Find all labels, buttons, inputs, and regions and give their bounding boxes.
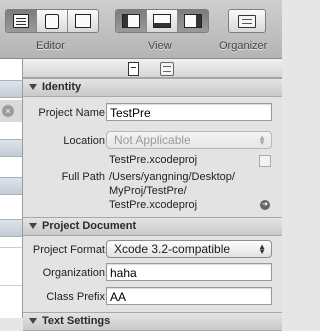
class-prefix-label: Class Prefix	[46, 291, 105, 303]
toggle-navigator-button[interactable]	[116, 10, 147, 32]
organizer-icon	[238, 14, 256, 28]
inspector-tab-bar	[23, 59, 282, 78]
organization-field[interactable]: haha	[106, 263, 272, 281]
section-title: Project Document	[42, 220, 137, 232]
editor-label: Editor	[36, 40, 65, 52]
view-segmented-control	[115, 9, 209, 33]
view-label: View	[148, 40, 172, 52]
utilities-panel-icon	[184, 14, 202, 28]
project-document-section-header[interactable]: Project Document	[23, 217, 282, 236]
section-title: Text Settings	[42, 315, 111, 327]
location-value: Not Applicable	[114, 133, 191, 147]
toolbar: Editor View Organizer	[0, 0, 282, 59]
full-path-label: Full Path	[61, 171, 105, 183]
project-name-field[interactable]: TestPre	[106, 103, 272, 121]
full-path-line-3: TestPre.xcodeproj	[109, 199, 198, 211]
quick-help-tab-icon[interactable]	[160, 62, 174, 76]
disclosure-triangle-icon[interactable]	[29, 318, 37, 324]
navigator-divider	[0, 285, 22, 286]
organizer-label: Organizer	[219, 40, 268, 52]
standard-editor-button[interactable]	[6, 10, 37, 32]
organizer-button[interactable]	[229, 10, 265, 32]
file-inspector-tab-icon[interactable]	[128, 62, 139, 76]
full-path-line-1: /Users/yangning/Desktop/	[109, 171, 235, 183]
editor-segmented-control	[5, 9, 99, 33]
clear-search-icon[interactable]: ×	[2, 105, 14, 117]
debug-area-icon	[153, 14, 171, 28]
file-inspector: Identity Project Name TestPre Location N…	[23, 59, 282, 331]
full-path-line-2: MyProj/TestPre/	[109, 185, 187, 197]
toggle-utilities-button[interactable]	[178, 10, 208, 32]
text-settings-section-header[interactable]: Text Settings	[23, 312, 282, 331]
navigator-divider	[0, 247, 22, 248]
organization-label: Organization	[42, 267, 105, 279]
assistant-editor-icon	[45, 13, 59, 29]
navigator-group-header	[0, 139, 22, 157]
navigator-group-header	[0, 80, 22, 98]
location-label: Location	[63, 135, 105, 147]
navigator-group-header	[0, 177, 22, 195]
organizer-control	[228, 9, 266, 33]
document-icon	[259, 155, 271, 167]
identity-section-header[interactable]: Identity	[23, 78, 282, 97]
project-format-popup[interactable]: Xcode 3.2-compatible ▲ ▼	[106, 240, 272, 258]
navigator-pane: ×	[0, 59, 23, 318]
file-name-text: TestPre.xcodeproj	[109, 154, 198, 166]
project-format-label: Project Format	[32, 244, 105, 256]
location-popup[interactable]: Not Applicable ▲ ▼	[106, 131, 272, 149]
navigator-group-header	[0, 219, 22, 237]
popup-arrows-icon: ▲ ▼	[258, 133, 266, 147]
version-editor-button[interactable]	[68, 10, 98, 32]
version-editor-icon	[75, 14, 91, 28]
disclosure-triangle-icon[interactable]	[29, 223, 37, 229]
section-title: Identity	[42, 81, 82, 93]
reveal-in-finder-icon[interactable]: ➜	[260, 200, 270, 210]
navigator-panel-icon	[122, 14, 140, 28]
disclosure-triangle-icon[interactable]	[29, 84, 37, 90]
project-format-value: Xcode 3.2-compatible	[114, 242, 231, 256]
toggle-debug-area-button[interactable]	[147, 10, 178, 32]
popup-arrows-icon: ▲ ▼	[258, 242, 266, 256]
standard-editor-icon	[13, 14, 29, 28]
project-name-label: Project Name	[38, 107, 105, 119]
class-prefix-field[interactable]: AA	[106, 287, 272, 305]
assistant-editor-button[interactable]	[37, 10, 68, 32]
